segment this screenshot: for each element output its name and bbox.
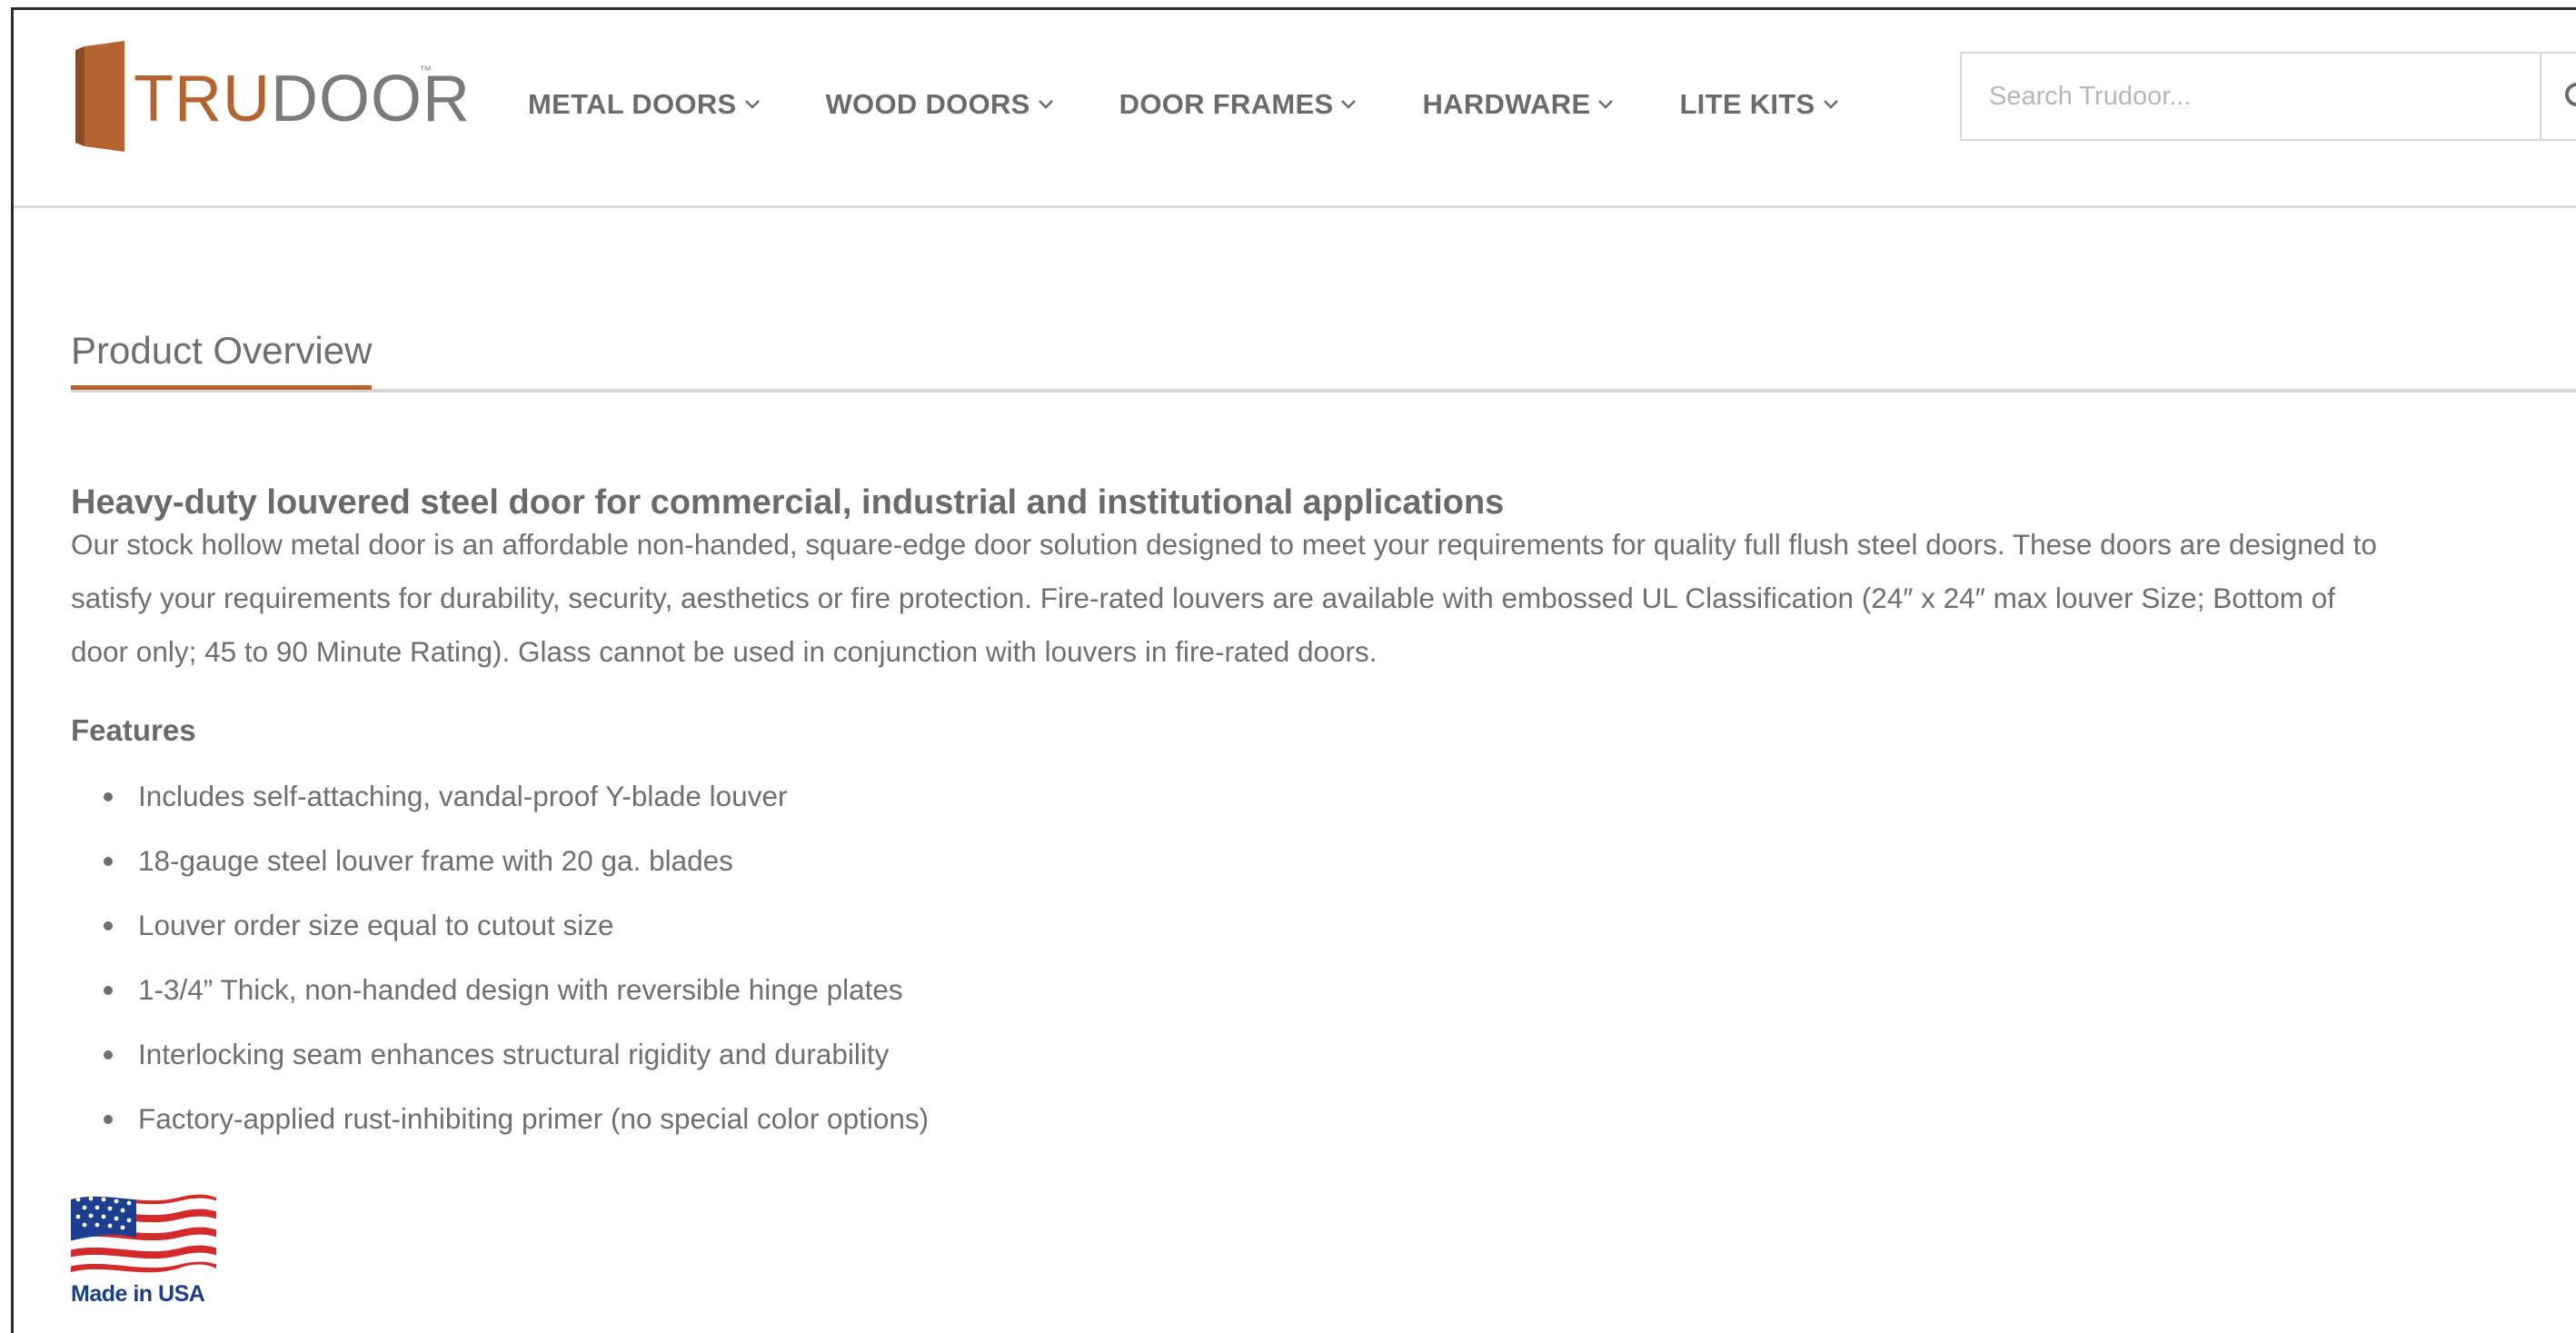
product-description: Our stock hollow metal door is an afford… <box>71 518 2576 679</box>
description-line: door only; 45 to 90 Minute Rating). Glas… <box>71 635 1378 668</box>
search-input[interactable] <box>1962 54 2525 139</box>
search-icon <box>2565 83 2576 106</box>
chevron-down-icon <box>1341 100 1357 109</box>
nav-metal-doors[interactable]: METAL DOORS <box>528 88 761 121</box>
nav-door-frames[interactable]: DOOR FRAMES <box>1119 88 1358 121</box>
description-line: Our stock hollow metal door is an afford… <box>71 528 2377 561</box>
chevron-down-icon <box>1038 100 1053 109</box>
chevron-down-icon <box>1823 100 1838 109</box>
overview-tab-bar: Product Overview <box>71 329 2576 393</box>
nav-hardware[interactable]: HARDWARE <box>1422 88 1614 121</box>
feature-item: Interlocking seam enhances structural ri… <box>71 1029 929 1093</box>
description-line: satisfy your requirements for durability… <box>71 582 2336 614</box>
site-header: TRUDOOR ™ METAL DOORS WOOD DOORS DOOR FR… <box>14 10 2576 208</box>
badge-caption: Made in USA <box>71 1281 205 1307</box>
door-logo-icon <box>75 41 124 152</box>
feature-item: 18-gauge steel louver frame with 20 ga. … <box>71 835 929 900</box>
nav-label: METAL DOORS <box>528 88 737 120</box>
feature-item: Louver order size equal to cutout size <box>71 900 929 964</box>
logo-trademark: ™ <box>419 63 432 77</box>
search-button[interactable] <box>2540 54 2576 139</box>
chevron-down-icon <box>1598 100 1614 109</box>
site-logo[interactable]: TRUDOOR ™ <box>75 41 470 159</box>
logo-text-door: DOOR <box>270 63 471 135</box>
us-flag-icon <box>71 1194 216 1273</box>
nav-label: LITE KITS <box>1679 88 1815 120</box>
nav-label: HARDWARE <box>1422 88 1591 120</box>
tab-product-overview[interactable]: Product Overview <box>71 329 373 390</box>
chevron-down-icon <box>744 100 760 109</box>
search-box <box>1960 52 2576 141</box>
feature-item: 1-3/4” Thick, non-handed design with rev… <box>71 964 929 1029</box>
feature-item: Factory-applied rust-inhibiting primer (… <box>71 1093 929 1158</box>
made-in-usa-badge: Made in USA <box>69 1190 224 1308</box>
feature-item: Includes self-attaching, vandal-proof Y-… <box>71 771 929 835</box>
nav-lite-kits[interactable]: LITE KITS <box>1679 88 1838 121</box>
nav-label: WOOD DOORS <box>825 88 1030 120</box>
features-heading: Features <box>71 713 196 747</box>
nav-label: DOOR FRAMES <box>1119 88 1334 120</box>
nav-wood-doors[interactable]: WOOD DOORS <box>826 88 1054 121</box>
main-nav: METAL DOORS WOOD DOORS DOOR FRAMES HARDW… <box>528 88 1905 121</box>
product-headline: Heavy-duty louvered steel door for comme… <box>71 482 1505 522</box>
features-list: Includes self-attaching, vandal-proof Y-… <box>71 771 929 1158</box>
logo-text-tru: TRU <box>134 63 271 135</box>
